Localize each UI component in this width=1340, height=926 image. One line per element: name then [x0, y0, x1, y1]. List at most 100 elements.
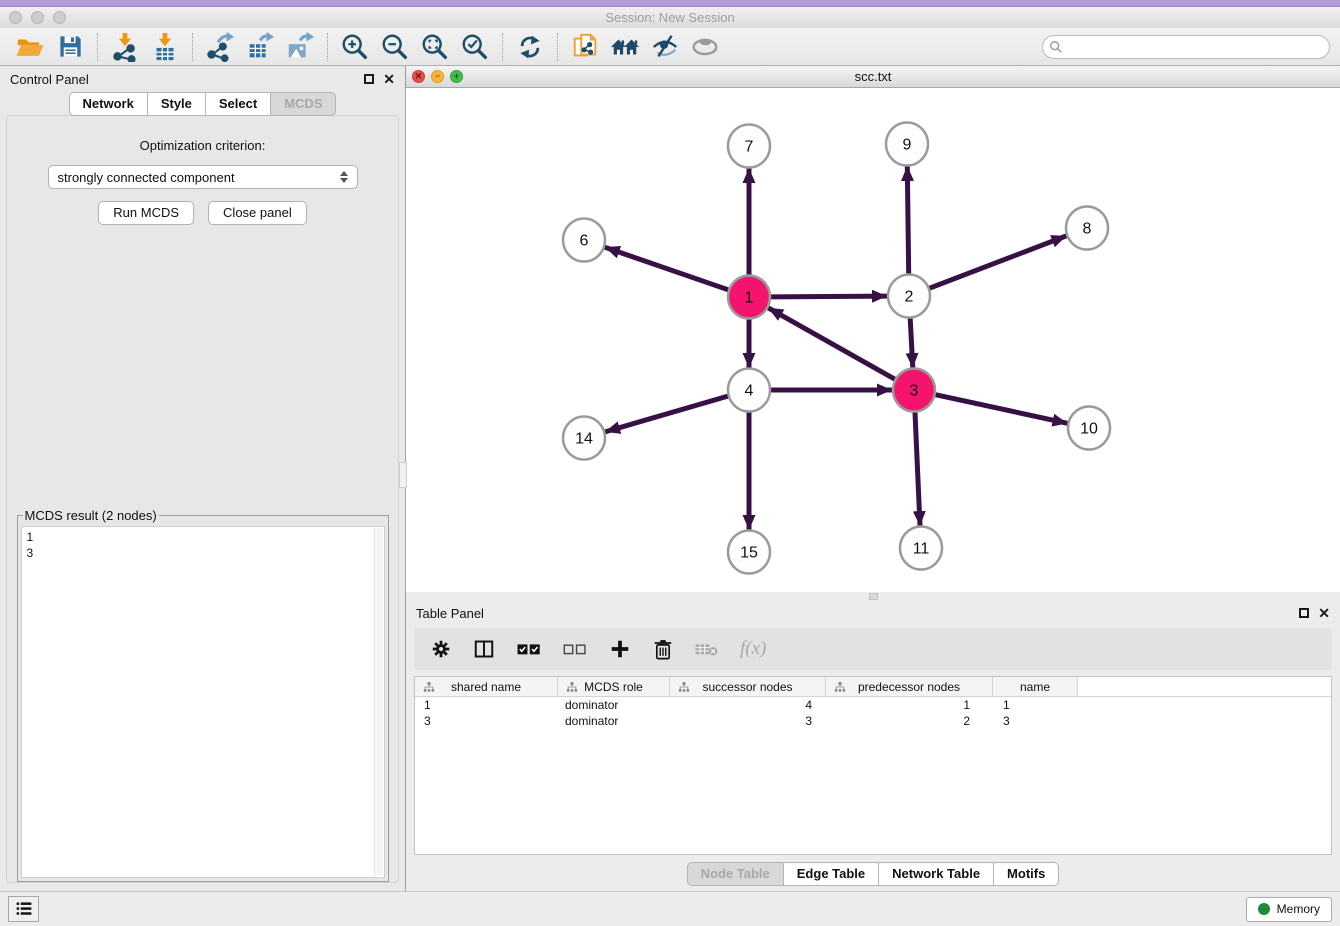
graph-edge-1-2[interactable]: [771, 296, 887, 297]
attribute-type-icon: [566, 681, 578, 693]
export-network-button[interactable]: [200, 31, 240, 63]
table-settings-button[interactable]: [430, 638, 452, 660]
float-panel-button[interactable]: [364, 74, 374, 84]
criterion-dropdown[interactable]: strongly connected component: [48, 165, 358, 189]
application-window: Session: New Session: [0, 0, 1340, 926]
horizontal-splitter-handle[interactable]: [869, 593, 878, 600]
vertical-splitter-handle[interactable]: [399, 462, 407, 488]
mcds-result-fieldset: MCDS result (2 nodes) 1 3: [17, 508, 389, 882]
add-column-button[interactable]: [608, 637, 632, 661]
svg-text:4: 4: [745, 383, 754, 400]
graph-edge-3-11[interactable]: [915, 412, 920, 526]
column-header-mcds-role[interactable]: MCDS role: [558, 677, 670, 696]
close-panel-button[interactable]: ✕: [383, 72, 395, 86]
cell-mcds-role[interactable]: dominator: [558, 698, 670, 712]
graph-node-6[interactable]: 6: [563, 219, 605, 262]
close-panel-action-button[interactable]: Close panel: [208, 201, 307, 225]
column-header-successor-nodes[interactable]: successor nodes: [670, 677, 826, 696]
tab-style[interactable]: Style: [148, 92, 206, 116]
graph-node-1[interactable]: 1: [728, 276, 770, 319]
table-panel: Table Panel ✕: [406, 600, 1340, 891]
graph-node-11[interactable]: 11: [900, 527, 942, 570]
cell-name[interactable]: 3: [993, 714, 1078, 728]
graph-edge-4-14[interactable]: [605, 396, 728, 432]
import-network-button[interactable]: [105, 31, 145, 63]
cell-mcds-role[interactable]: dominator: [558, 714, 670, 728]
graph-edge-1-6[interactable]: [605, 247, 728, 290]
graph-node-8[interactable]: 8: [1066, 207, 1108, 250]
search-input[interactable]: [1042, 35, 1330, 59]
graph-edge-3-10[interactable]: [935, 395, 1067, 424]
tab-mcds[interactable]: MCDS: [271, 92, 336, 116]
column-header-predecessor-nodes[interactable]: predecessor nodes: [826, 677, 993, 696]
unselect-all-button[interactable]: [562, 640, 588, 658]
select-all-button[interactable]: [516, 639, 542, 659]
open-file-button[interactable]: [10, 31, 50, 63]
graph-node-3[interactable]: 3: [893, 369, 935, 412]
graph-edge-2-8[interactable]: [930, 236, 1067, 288]
memory-button[interactable]: Memory: [1246, 897, 1332, 922]
table-toolbar: f(x): [414, 628, 1332, 670]
table-tabs: Node Table Edge Table Network Table Moti…: [406, 859, 1340, 891]
zoom-fit-button[interactable]: [415, 31, 455, 63]
cell-successor-nodes[interactable]: 3: [670, 714, 826, 728]
memory-label: Memory: [1277, 902, 1320, 916]
tab-network[interactable]: Network: [69, 92, 148, 116]
home-button[interactable]: [605, 31, 645, 63]
table-row[interactable]: 1 dominator 4 1 1: [415, 697, 1331, 713]
svg-text:10: 10: [1080, 421, 1098, 438]
tab-edge-table[interactable]: Edge Table: [784, 862, 879, 886]
cell-predecessor-nodes[interactable]: 1: [826, 698, 993, 712]
delete-column-button[interactable]: [652, 637, 674, 661]
close-table-panel-button[interactable]: ✕: [1318, 606, 1330, 620]
table-row[interactable]: 3 dominator 3 2 3: [415, 713, 1331, 729]
task-history-button[interactable]: [8, 896, 39, 922]
hide-selected-button[interactable]: [645, 31, 685, 63]
cell-name[interactable]: 1: [993, 698, 1078, 712]
graph-edge-2-9[interactable]: [907, 166, 908, 274]
graph-node-15[interactable]: 15: [728, 531, 770, 574]
table-panel-title: Table Panel: [416, 606, 484, 621]
export-table-button[interactable]: [240, 31, 280, 63]
run-mcds-button[interactable]: Run MCDS: [98, 201, 194, 225]
save-session-button[interactable]: [50, 31, 90, 63]
graph-node-14[interactable]: 14: [563, 417, 605, 460]
graph-node-2[interactable]: 2: [888, 275, 930, 318]
zoom-selected-button[interactable]: [455, 31, 495, 63]
svg-text:8: 8: [1083, 221, 1092, 238]
refresh-button[interactable]: [510, 31, 550, 63]
tab-select[interactable]: Select: [206, 92, 271, 116]
document-network-button[interactable]: [565, 31, 605, 63]
attribute-type-icon: [834, 681, 846, 693]
cell-shared-name[interactable]: 1: [415, 698, 558, 712]
zoom-out-button[interactable]: [375, 31, 415, 63]
cell-predecessor-nodes[interactable]: 2: [826, 714, 993, 728]
column-layout-button[interactable]: [472, 637, 496, 661]
tab-network-table[interactable]: Network Table: [879, 862, 994, 886]
graph-edge-2-3[interactable]: [910, 318, 913, 368]
tab-node-table[interactable]: Node Table: [687, 862, 784, 886]
network-window-title: scc.txt: [406, 69, 1340, 84]
show-hidden-button[interactable]: [685, 31, 725, 63]
graph-edge-3-1[interactable]: [768, 308, 895, 379]
zoom-in-button[interactable]: [335, 31, 375, 63]
result-scrollbar[interactable]: [374, 528, 383, 876]
float-table-panel-button[interactable]: [1299, 608, 1309, 618]
tab-motifs[interactable]: Motifs: [994, 862, 1059, 886]
cell-shared-name[interactable]: 3: [415, 714, 558, 728]
column-header-shared-name[interactable]: shared name: [415, 677, 558, 696]
graph-node-10[interactable]: 10: [1068, 407, 1110, 450]
graph-node-9[interactable]: 9: [886, 123, 928, 166]
cell-successor-nodes[interactable]: 4: [670, 698, 826, 712]
graph-node-7[interactable]: 7: [728, 125, 770, 168]
export-image-button[interactable]: [280, 31, 320, 63]
refresh-icon: [516, 33, 544, 61]
optimization-criterion-label: Optimization criterion:: [140, 138, 266, 153]
graph-node-4[interactable]: 4: [728, 369, 770, 412]
column-header-name[interactable]: name: [993, 677, 1078, 696]
import-table-button[interactable]: [145, 31, 185, 63]
network-canvas[interactable]: 7 9 6 8 1 2 4 3 14 10 15 11: [406, 88, 1340, 592]
mcds-result-textarea[interactable]: 1 3: [21, 526, 385, 878]
delete-table-icon: [694, 640, 720, 658]
eye-icon: [690, 32, 720, 62]
